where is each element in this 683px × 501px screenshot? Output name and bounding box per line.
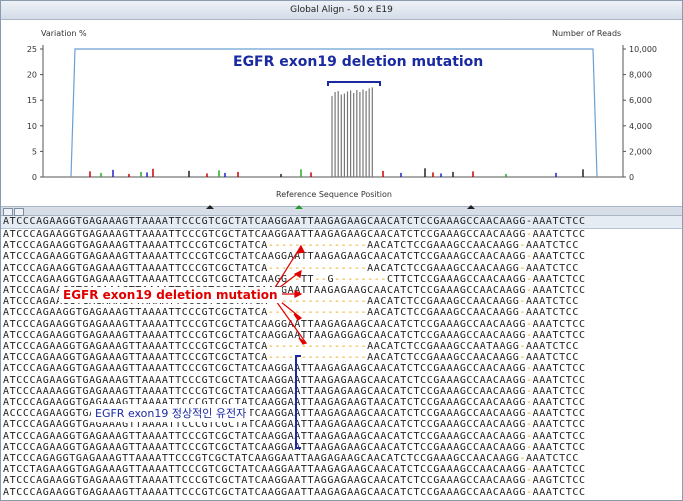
sequence-alignment-pane[interactable]: ATCCCAGAAGGTGAGAAAGTTAAAATTCCCGTCGCTATCA… xyxy=(1,216,682,500)
right-axis-label: Number of Reads xyxy=(552,29,621,38)
left-tick-label: 10 xyxy=(27,122,37,131)
read-row: ATCCCAGAAGGTGAGAAAGTTAAAATTCCCGTCGCTATCA… xyxy=(3,229,586,240)
deletion-mutation-label: EGFR exon19 deletion mutation xyxy=(59,287,282,303)
read-row: ATCCCAGAAGGTGAGAAAGTTAAAATTCCCGTCGCTATCA… xyxy=(3,318,586,330)
right-tick-label: 0 xyxy=(629,173,634,182)
reference-row: ATCCCAGAAGGTGAGAAAGTTAAAATTCCCGTCGCTATCA… xyxy=(1,216,682,229)
read-row: ATCCCAGAAGGTGAGAAAGTTAAAATTCCCGTCGCTATCA… xyxy=(3,374,586,386)
right-tick-label: 10,000 xyxy=(629,45,657,54)
cluster-bracket xyxy=(327,81,381,86)
read-row: ATCCCAGAAGGTGAGAAAGTTAAAATTCCCGTCGCTATCA… xyxy=(3,329,586,341)
right-tick-label: 4,000 xyxy=(629,122,652,131)
read-row: ATCCCAGAAGGTGAGAAAGTTAAAATTCCCGTCGCTATCA… xyxy=(3,430,586,442)
right-tick-label: 6,000 xyxy=(629,96,652,105)
left-tick-label: 25 xyxy=(27,45,37,54)
left-tick-label: 20 xyxy=(27,71,37,80)
window-title: Global Align - 50 x E19 xyxy=(1,1,682,20)
read-row: ATCCCAGAAGGTGAGAAAGTTAAAATTCCCGTCGCTATCA… xyxy=(3,262,580,274)
left-tick-label: 15 xyxy=(27,96,37,105)
read-row: ATCCCAGAAGGTGAGAAAGTTAAAATTCCCGTCGCTATCA… xyxy=(3,307,580,319)
read-row: ATCCCAGAAGGTGAGAAAGTTAAAATTCCCGTCGCTATCA… xyxy=(3,441,586,453)
right-tick-label: 2,000 xyxy=(629,147,652,156)
variation-chart: Variation % Number of Reads Reference Se… xyxy=(1,20,682,206)
read-row: ATCCCAGAAGGTGAGAAAGTTAAAATTCCCGTCGCTATCA… xyxy=(3,475,586,487)
read-row: ATCCCAGAAGGTGAGAAAGTTAAAATTCCCGTCGCTATCA… xyxy=(3,352,580,364)
read-row: ATCCCAGAAGGTGAGAAAGTTAAAATTCCCGTCGCTATCA… xyxy=(3,341,580,352)
variation-chart-svg: Variation % Number of Reads Reference Se… xyxy=(27,29,657,199)
left-tick-label: 5 xyxy=(32,147,37,156)
pane-splitter[interactable] xyxy=(1,205,682,216)
left-tick-label: 0 xyxy=(32,173,37,182)
right-tick-label: 8,000 xyxy=(629,71,652,80)
read-row: ATCCCAGAAGGTGAGAAAGTTAAAATTCCCGTCGCTATCA… xyxy=(3,363,586,375)
left-axis-label: Variation % xyxy=(41,29,87,38)
chart-deletion-annotation: EGFR exon19 deletion mutation xyxy=(233,54,484,70)
read-row: ATCCTAGAAGGTGAGAAAGTTAAAATTCCCGTCGCTATCA… xyxy=(3,464,586,476)
alignment-window: Global Align - 50 x E19 Variation % Numb… xyxy=(0,0,683,501)
read-row: ATCCCAGAAGGTGAGAAAGTTAAAATTCCCGTCGCTATCA… xyxy=(3,240,580,252)
read-row: ATCCCAGAAGGTGAGAAAGTTAAAATTCCCGTCGCTATCA… xyxy=(3,251,586,263)
read-row: ATCCCAGAGGTGAGAAAGTTAAAATTCCCGTCGCTATCAA… xyxy=(3,453,579,464)
reference-sequence: ATCCCAGAAGGTGAGAAAGTTAAAATTCCCGTCGCTATCA… xyxy=(3,216,586,227)
x-axis-label: Reference Sequence Position xyxy=(276,190,392,199)
read-row: ATCCCAGAAGGTGAGAAAGTTAAAATTCCCGTCGCTATCA… xyxy=(3,273,586,285)
read-row: ATCCCAAAAGGTGAGAAAGTTAAAATTCCCGTCGCTATCA… xyxy=(3,385,586,397)
normal-gene-label: EGFR exon19 정상적인 유전자 xyxy=(91,404,251,422)
read-row: ATCCCAGAAGGTGAGAAAGTTAAAATTCCCGTCGCTATCA… xyxy=(3,486,586,498)
